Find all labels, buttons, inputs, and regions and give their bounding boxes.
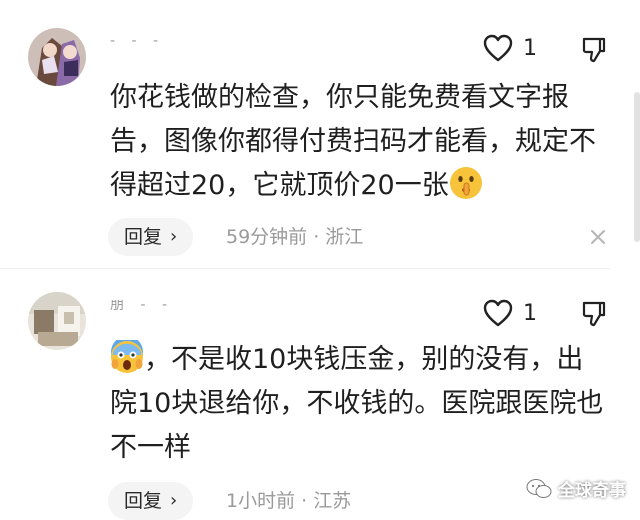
comment-line: 得超过20，它就顶价20一张 [110,170,449,201]
like-button[interactable]: 1 [483,299,537,327]
comment-text: 你花钱做的检查，你只能免费看文字报 告，图像你都得付费扫码才能看，规定不 得超过… [110,76,610,208]
comment-line: 院10块退给你，不收钱的。医院跟医院也 [110,388,604,419]
author-name[interactable]: 朋 - - [110,300,230,310]
chevron-right-icon: › [170,490,178,511]
reply-button[interactable]: 回复 › [108,482,194,520]
comment-line: ，不是收10块钱压金，别的没有，出 [144,344,584,375]
like-button[interactable]: 1 [483,34,537,62]
wechat-icon [526,478,552,498]
watermark: 全球奇事 [526,476,626,501]
comment-line: 你花钱做的检查，你只能免费看文字报 [110,82,569,113]
heart-icon [483,34,513,62]
dismiss-button[interactable] [590,229,606,249]
close-icon [591,230,605,244]
comment-line-first: ，不是收10块钱压金，别的没有，出 [110,338,610,382]
avatar[interactable] [28,28,86,86]
comment-text: ，不是收10块钱压金，别的没有，出 院10块退给你，不收钱的。医院跟医院也 不一… [110,338,610,470]
like-count: 1 [523,35,537,61]
divider [0,268,610,269]
screaming-face-icon [111,340,143,373]
comment-meta: 1小时前 · 江苏 [226,490,352,512]
thumbs-down-icon [582,37,606,63]
comment-meta: 59分钟前 · 浙江 [226,226,364,248]
reply-label: 回复 [124,490,163,512]
watermark-text: 全球奇事 [558,481,626,501]
dislike-button[interactable] [581,36,607,68]
chevron-right-icon: › [170,226,178,247]
shushing-face-icon [449,167,482,199]
like-count: 1 [523,300,537,326]
heart-icon [483,299,513,327]
avatar[interactable] [28,292,86,350]
reply-button[interactable]: 回复 › [108,218,194,256]
comment-line-last: 得超过20，它就顶价20一张 [110,164,610,208]
thumbs-down-icon [582,301,606,327]
dislike-button[interactable] [581,300,607,332]
reply-label: 回复 [124,226,163,248]
scrollbar[interactable] [634,92,640,242]
comment-line: 告，图像你都得付费扫码才能看，规定不 [110,126,596,157]
comment-line: 不一样 [110,432,191,463]
author-name[interactable]: - - - [110,36,230,46]
